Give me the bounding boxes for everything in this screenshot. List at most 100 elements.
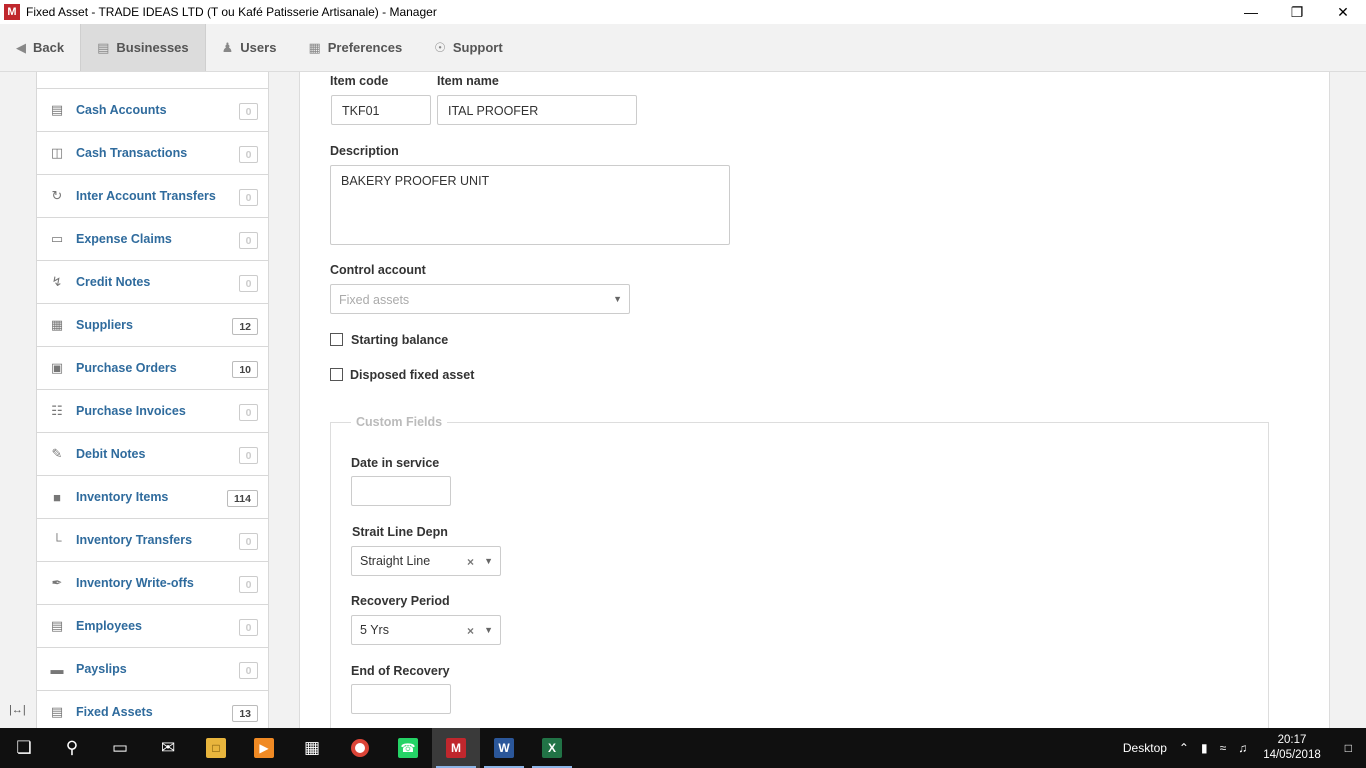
sidebar-item-fixed-assets[interactable]: ▤ Fixed Assets 13 <box>37 691 268 728</box>
calculator-icon[interactable]: ▦ <box>288 728 336 768</box>
close-button[interactable]: ✕ <box>1320 0 1366 24</box>
recovery-period-label: Recovery Period <box>351 594 450 608</box>
back-arrow-icon: ◀ <box>16 39 26 55</box>
clock-date: 14/05/2018 <box>1263 749 1321 761</box>
starting-balance-checkbox[interactable] <box>330 333 343 346</box>
excel-icon[interactable]: X <box>528 728 576 768</box>
sidebar-item-purchase-orders[interactable]: ▣ Purchase Orders 10 <box>37 347 268 390</box>
strait-line-select[interactable]: Straight Line × ▼ <box>351 546 501 576</box>
clear-icon[interactable]: × <box>467 555 474 569</box>
sidebar-item-inventory-write-offs[interactable]: ✒ Inventory Write-offs 0 <box>37 562 268 605</box>
list-icon: ▤ <box>50 704 64 719</box>
disposed-checkbox[interactable] <box>330 368 343 381</box>
desktop-label[interactable]: Desktop <box>1117 741 1173 755</box>
control-account-select[interactable]: Fixed assets ▼ <box>330 284 630 314</box>
sidebar-item-label: Cash Transactions <box>76 146 188 160</box>
sidebar-item-label: Employees <box>76 619 143 633</box>
word-icon[interactable]: W <box>480 728 528 768</box>
sidebar-item-label: Fixed Assets <box>76 705 153 719</box>
sidebar-item-debit-notes[interactable]: ✎ Debit Notes 0 <box>37 433 268 476</box>
end-of-recovery-label: End of Recovery <box>351 664 450 678</box>
recovery-period-value: 5 Yrs <box>360 623 389 637</box>
item-code-input[interactable]: TKF01 <box>331 95 431 125</box>
chrome-icon[interactable] <box>336 728 384 768</box>
sidebar-item-label: Expense Claims <box>76 232 172 246</box>
chevron-up-icon[interactable]: ⌃ <box>1173 741 1195 755</box>
sidebar-item-suppliers[interactable]: ▦ Suppliers 12 <box>37 304 268 347</box>
recovery-period-select[interactable]: 5 Yrs × ▼ <box>351 615 501 645</box>
custom-fields-legend: Custom Fields <box>351 415 448 429</box>
battery-icon[interactable]: ▮ <box>1195 741 1214 755</box>
calendar-icon: ☷ <box>51 403 63 418</box>
money-icon: ▬ <box>50 661 64 677</box>
users-icon: ♟ <box>221 39 234 55</box>
media-player-icon[interactable]: ▶ <box>240 728 288 768</box>
search-icon[interactable]: ⚲ <box>48 728 96 768</box>
sidebar-item-label: Purchase Orders <box>76 361 177 375</box>
windows-start-icon[interactable]: ❏ <box>0 728 48 768</box>
sidebar-item-credit-notes[interactable]: ↯ Credit Notes 0 <box>37 261 268 304</box>
clock-time: 20:17 <box>1277 734 1307 746</box>
manager-app-icon[interactable]: M <box>432 728 480 768</box>
window-controls: — ❐ ✕ <box>1228 0 1366 24</box>
main-content: Item code Item name TKF01 ITAL PROOFER D… <box>300 72 1366 728</box>
sidebar-item-inventory-transfers[interactable]: └ Inventory Transfers 0 <box>37 519 268 562</box>
lifebuoy-icon: ☉ <box>434 39 446 55</box>
sidebar: ▤ Cash Accounts 0 ◫ Cash Transactions 0 … <box>0 72 300 728</box>
file-explorer-icon[interactable]: □ <box>192 728 240 768</box>
transfer-icon: ↻ <box>51 188 63 203</box>
back-button[interactable]: ◀ Back <box>0 24 80 71</box>
title-bar: M Fixed Asset - TRADE IDEAS LTD (T ou Ka… <box>0 0 1366 24</box>
sidebar-item-cash-accounts[interactable]: ▤ Cash Accounts 0 <box>37 89 268 132</box>
id-card-icon: ▤ <box>50 618 64 633</box>
count-badge: 0 <box>239 533 258 550</box>
description-label: Description <box>330 144 399 158</box>
mail-icon[interactable]: ✉ <box>144 728 192 768</box>
edit-icon: ✎ <box>51 446 63 461</box>
description-textarea[interactable]: BAKERY PROOFER UNIT <box>330 165 730 245</box>
wifi-icon[interactable]: ≈ <box>1214 741 1233 755</box>
support-button[interactable]: ☉ Support <box>418 24 518 71</box>
sidebar-item-label: Inventory Items <box>76 490 169 504</box>
sidebar-item-purchase-invoices[interactable]: ☷ Purchase Invoices 0 <box>37 390 268 433</box>
sidebar-item-employees[interactable]: ▤ Employees 0 <box>37 605 268 648</box>
users-button[interactable]: ♟ Users <box>206 24 293 71</box>
collapse-sidebar-icon[interactable]: |↔| <box>9 704 26 716</box>
sidebar-item-label: Inventory Write-offs <box>76 576 194 590</box>
whatsapp-icon[interactable]: ☎ <box>384 728 432 768</box>
custom-fields-group: Custom Fields Date in service Strait Lin… <box>330 415 1269 728</box>
forklift-icon: └ <box>52 532 62 548</box>
strait-line-value: Straight Line <box>360 554 431 568</box>
count-badge: 0 <box>239 576 258 593</box>
volume-icon[interactable]: ♫ <box>1232 741 1253 755</box>
cash-register-icon: ◫ <box>50 145 64 160</box>
chevron-down-icon: ▼ <box>484 625 493 635</box>
sidebar-item-cash-transactions[interactable]: ◫ Cash Transactions 0 <box>37 132 268 175</box>
clock[interactable]: 20:17 14/05/2018 <box>1253 733 1331 763</box>
item-name-input[interactable]: ITAL PROOFER <box>437 95 637 125</box>
date-in-service-input[interactable] <box>351 476 451 506</box>
end-of-recovery-input[interactable] <box>351 684 451 714</box>
task-view-icon[interactable]: ▭ <box>96 728 144 768</box>
sidebar-item-label: Debit Notes <box>76 447 146 461</box>
users-label: Users <box>240 40 277 55</box>
restore-button[interactable]: ❐ <box>1274 0 1320 24</box>
sidebar-item-payslips[interactable]: ▬ Payslips 0 <box>37 648 268 691</box>
count-badge: 10 <box>232 361 258 378</box>
sidebar-item-inventory-items[interactable]: ■ Inventory Items 114 <box>37 476 268 519</box>
sidebar-item-inter-account-transfers[interactable]: ↻ Inter Account Transfers 0 <box>37 175 268 218</box>
control-account-placeholder: Fixed assets <box>339 293 410 307</box>
preferences-button[interactable]: ▦ Preferences <box>292 24 418 71</box>
businesses-button[interactable]: ▤ Businesses <box>80 24 206 71</box>
notifications-icon[interactable]: □ <box>1331 741 1366 755</box>
clear-icon[interactable]: × <box>467 624 474 638</box>
control-account-label: Control account <box>330 263 426 277</box>
system-tray: Desktop ⌃ ▮ ≈ ♫ 20:17 14/05/2018 □ <box>1117 728 1366 768</box>
minimize-button[interactable]: — <box>1228 0 1274 24</box>
count-badge: 0 <box>239 447 258 464</box>
scrollbar[interactable] <box>1361 72 1366 728</box>
businesses-label: Businesses <box>116 40 189 55</box>
item-code-label: Item code <box>330 74 389 88</box>
main-toolbar: ◀ Back ▤ Businesses ♟ Users ▦ Preference… <box>0 24 1366 72</box>
sidebar-item-expense-claims[interactable]: ▭ Expense Claims 0 <box>37 218 268 261</box>
